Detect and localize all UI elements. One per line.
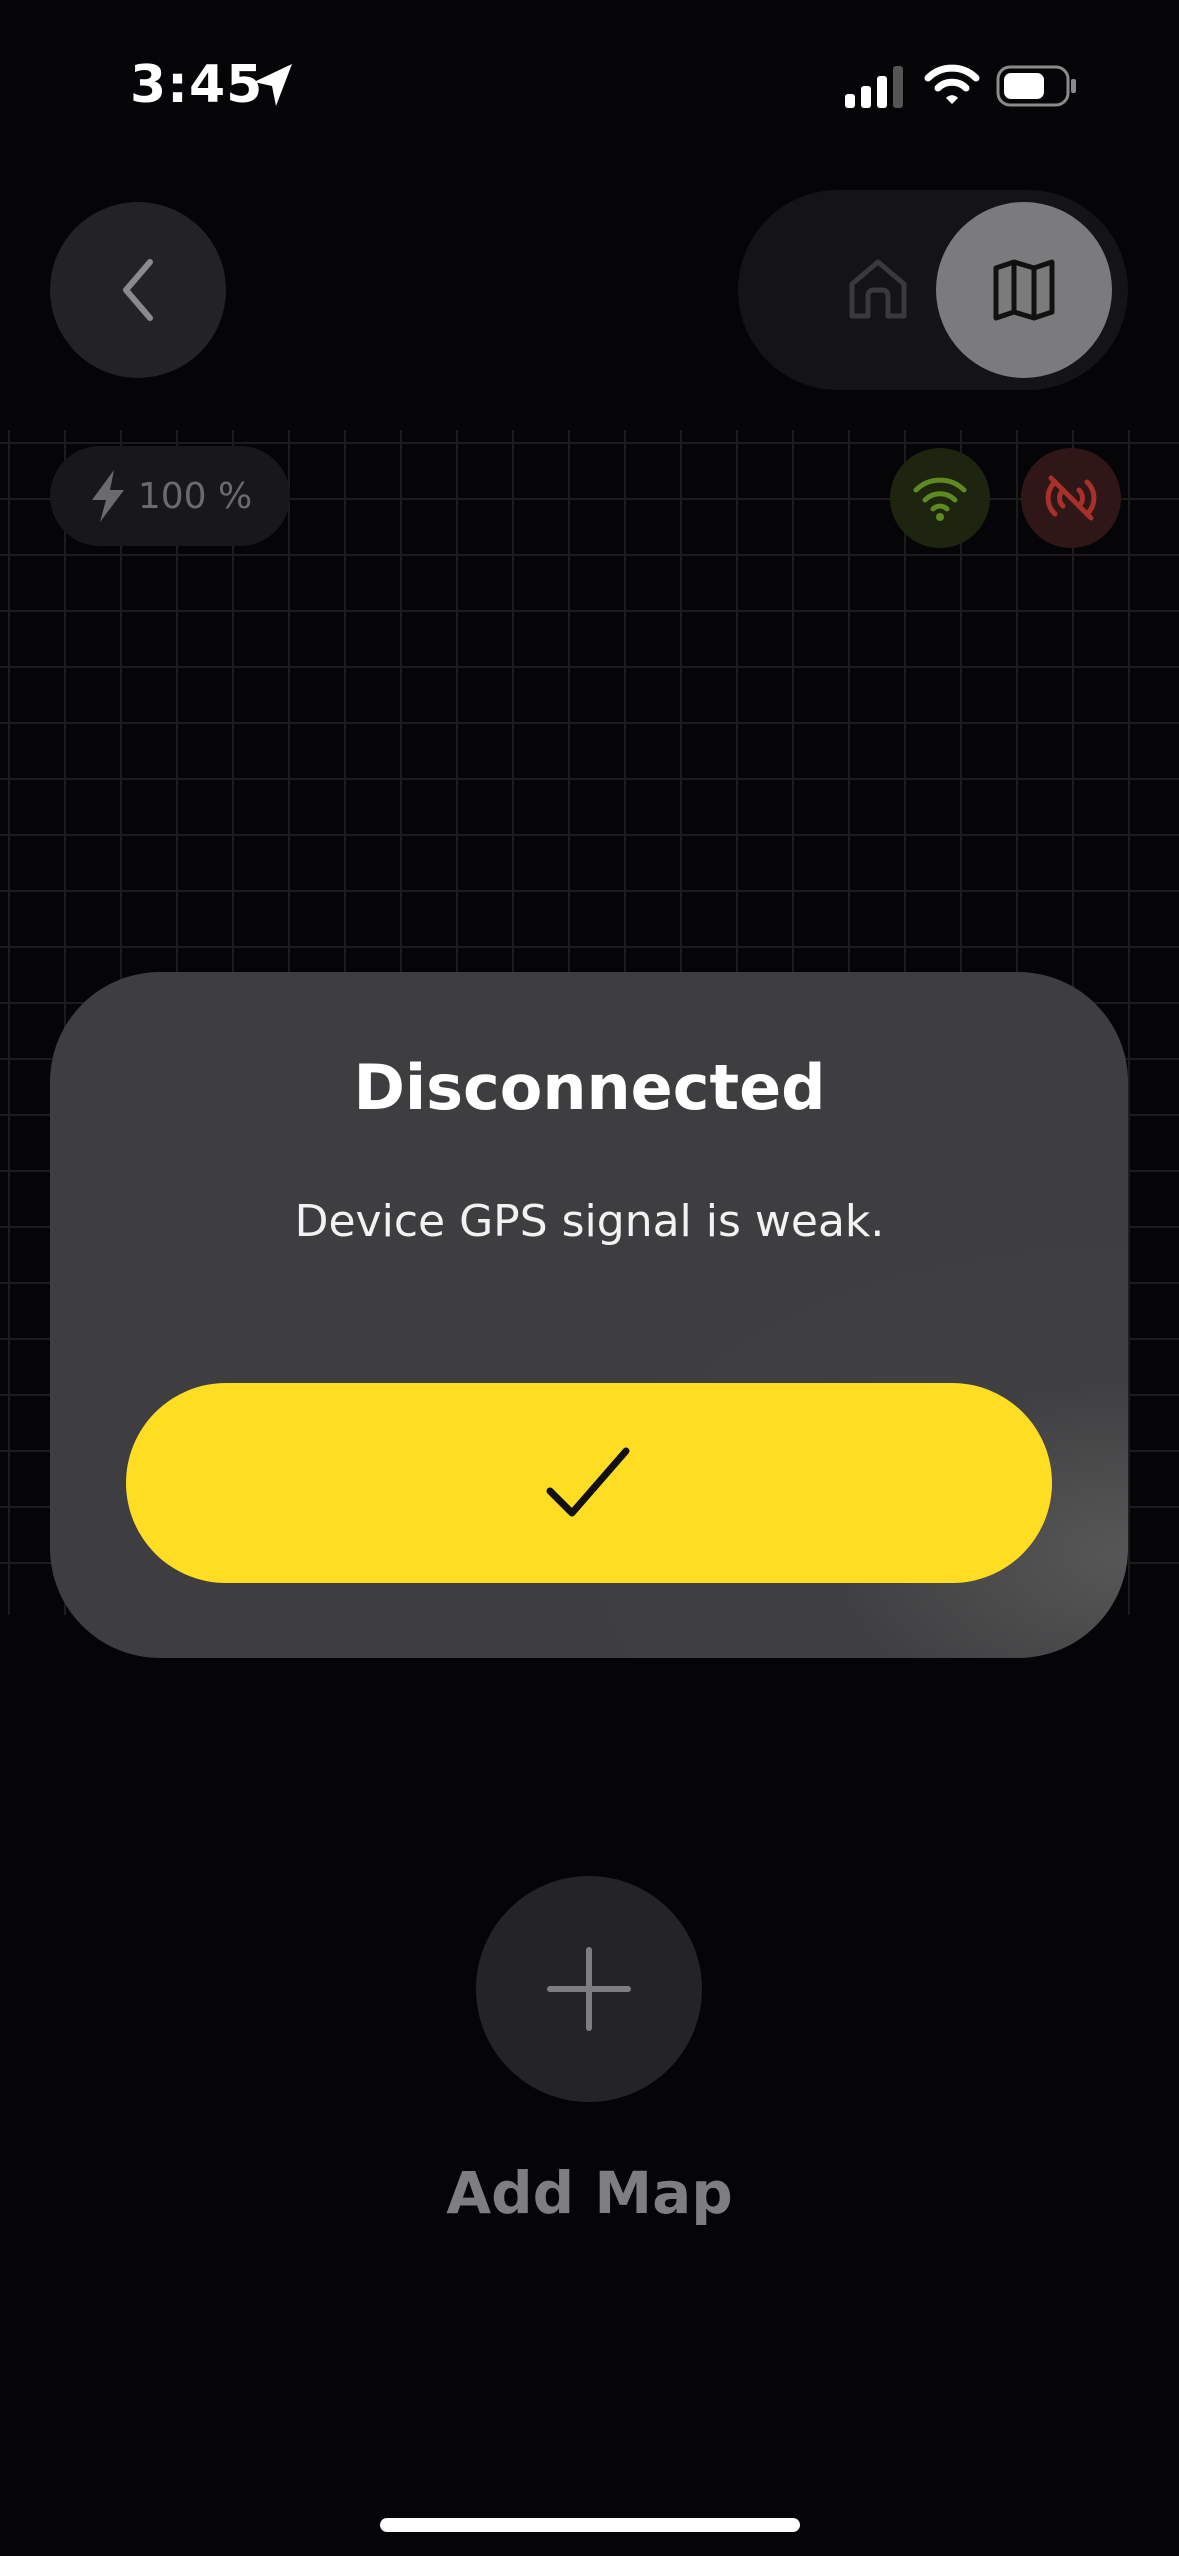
signal-status-badge [1021, 448, 1121, 548]
plus-icon [547, 1947, 631, 2031]
map-tab[interactable] [936, 202, 1112, 378]
status-time: 3:45 [130, 55, 264, 115]
signal-off-icon [1045, 475, 1097, 521]
map-icon [993, 259, 1055, 321]
add-map-label: Add Map [446, 2159, 733, 2227]
location-arrow-icon [254, 64, 292, 106]
cellular-signal-icon [845, 66, 903, 108]
home-indicator[interactable] [380, 2518, 800, 2532]
battery-percentage: 100 % [137, 475, 253, 517]
home-icon [849, 259, 907, 319]
gps-wifi-icon [913, 477, 967, 521]
device-battery-indicator: 100 % [50, 446, 290, 546]
checkmark-icon [546, 1447, 630, 1517]
wifi-icon [924, 64, 980, 104]
back-button[interactable] [50, 202, 226, 378]
battery-icon [996, 65, 1076, 107]
lightning-bolt-icon [91, 470, 124, 522]
confirm-button[interactable] [126, 1383, 1052, 1583]
gps-status-badge [890, 448, 990, 548]
dialog-title: Disconnected [353, 1051, 826, 1124]
add-map-button[interactable] [476, 1876, 702, 2102]
chevron-left-icon [123, 259, 153, 321]
dialog-message: Device GPS signal is weak. [294, 1196, 885, 1247]
